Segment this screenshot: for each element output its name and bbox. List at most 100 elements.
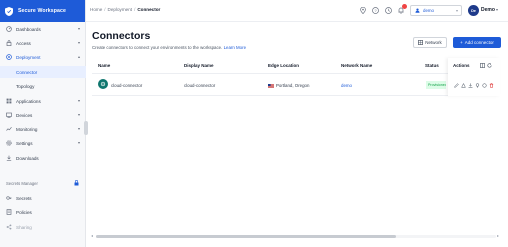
gear-icon bbox=[6, 140, 12, 146]
breadcrumb: Home / Deployment / Connector bbox=[90, 7, 160, 12]
svg-text:?: ? bbox=[374, 8, 377, 13]
sidebar-item-label: Downloads bbox=[16, 155, 39, 161]
breadcrumb-current: Connector bbox=[137, 7, 161, 12]
sidebar-item-policies[interactable]: Policies bbox=[0, 206, 86, 218]
page-title: Connectors bbox=[92, 30, 151, 42]
add-connector-label: Add connector bbox=[464, 40, 494, 45]
sidebar-item-monitoring[interactable]: Monitoring ▾ bbox=[0, 123, 86, 135]
sidebar-item-secrets[interactable]: Secrets bbox=[0, 192, 86, 204]
chevron-down-icon[interactable]: ▾ bbox=[496, 7, 498, 12]
network-button[interactable]: Network bbox=[413, 37, 447, 48]
applications-icon bbox=[6, 98, 12, 104]
sidebar-item-label: Applications bbox=[16, 98, 41, 104]
column-header-name[interactable]: Name bbox=[98, 63, 110, 68]
sync-icon[interactable] bbox=[482, 83, 487, 88]
delete-icon[interactable] bbox=[489, 83, 494, 88]
sharing-icon bbox=[6, 224, 12, 230]
user-name[interactable]: Demo bbox=[481, 7, 495, 13]
sidebar-item-label: Access bbox=[16, 40, 31, 46]
sidebar-subitem-label: Topology bbox=[16, 83, 35, 89]
horizontal-scrollbar[interactable] bbox=[96, 235, 496, 238]
sidebar-item-applications[interactable]: Applications ▾ bbox=[0, 95, 86, 107]
chevron-down-icon: ▾ bbox=[77, 140, 80, 145]
column-header-display-name[interactable]: Display Name bbox=[184, 63, 214, 68]
avatar[interactable]: De bbox=[468, 5, 479, 16]
sidebar-item-label: Settings bbox=[16, 140, 33, 146]
sidebar-item-label: Monitoring bbox=[16, 126, 38, 132]
sidebar-item-dashboards[interactable]: Dashboards ▾ bbox=[0, 23, 86, 35]
help-icon[interactable]: ? bbox=[371, 6, 380, 15]
download-icon[interactable] bbox=[468, 83, 473, 88]
brand-header[interactable]: Secure Workspace bbox=[0, 0, 85, 22]
column-header-edge-location[interactable]: Edge Location bbox=[268, 63, 299, 68]
topbar: Home / Deployment / Connector ? demo ▾ De De… bbox=[86, 0, 508, 22]
edit-icon[interactable] bbox=[454, 83, 459, 88]
lock-icon[interactable] bbox=[74, 180, 79, 188]
cell-edge-location-text: Portland, Oregon bbox=[276, 83, 310, 88]
actions-column: Actions bbox=[448, 58, 500, 96]
network-icon bbox=[418, 39, 424, 46]
learn-more-link[interactable]: Learn More bbox=[224, 45, 246, 50]
scrollbar-thumb[interactable] bbox=[96, 235, 396, 238]
access-icon bbox=[6, 40, 12, 46]
chevron-down-icon: ▾ bbox=[77, 40, 80, 45]
sidebar-collapse-handle[interactable] bbox=[84, 121, 88, 135]
cell-edge-location: Portland, Oregon bbox=[268, 83, 309, 88]
chevron-down-icon: ▾ bbox=[77, 126, 80, 131]
scroll-left-arrow[interactable]: ◂ bbox=[91, 233, 93, 238]
connectors-table: Name Display Name Edge Location Network … bbox=[92, 58, 500, 238]
location-icon[interactable] bbox=[358, 6, 367, 15]
chevron-up-icon: ▴ bbox=[77, 54, 80, 59]
breadcrumb-home[interactable]: Home bbox=[90, 7, 102, 12]
shield-icon bbox=[4, 6, 14, 17]
devices-icon bbox=[6, 112, 12, 118]
sidebar-subitem-connector[interactable]: Connector bbox=[0, 66, 86, 78]
chevron-down-icon: ▾ bbox=[77, 98, 80, 103]
sidebar-item-downloads[interactable]: Downloads bbox=[0, 152, 86, 164]
sidebar-item-label: Policies bbox=[16, 209, 32, 215]
download-icon bbox=[6, 155, 12, 161]
breadcrumb-separator: / bbox=[134, 7, 136, 12]
add-connector-button[interactable]: + Add connector bbox=[453, 37, 501, 48]
location-pin-icon[interactable] bbox=[475, 83, 480, 88]
deployment-icon bbox=[6, 54, 12, 60]
chevron-down-icon: ▾ bbox=[455, 8, 458, 13]
cell-name[interactable]: cloud-connector bbox=[111, 83, 142, 88]
share-icon[interactable] bbox=[461, 83, 466, 88]
network-button-label: Network bbox=[425, 40, 442, 45]
sidebar-item-access[interactable]: Access ▾ bbox=[0, 37, 86, 49]
chevron-down-icon: ▾ bbox=[77, 26, 80, 31]
workspace-icon bbox=[415, 8, 420, 14]
sidebar-item-deployment[interactable]: Deployment ▴ bbox=[0, 51, 86, 63]
sidebar-subitem-topology[interactable]: Topology bbox=[0, 80, 86, 92]
sidebar-item-sharing[interactable]: Sharing bbox=[0, 221, 86, 233]
status-badge: Provisioned bbox=[426, 81, 446, 89]
column-header-actions: Actions bbox=[453, 63, 470, 68]
section-title-secrets-manager: Secrets Manager bbox=[6, 181, 38, 186]
table-row[interactable]: cloud-connector cloud-connector Portland… bbox=[92, 74, 500, 96]
breadcrumb-deployment[interactable]: Deployment bbox=[108, 7, 133, 12]
sidebar: Secure Workspace Dashboards ▾ Access ▾ D… bbox=[0, 0, 86, 247]
breadcrumb-separator: / bbox=[104, 7, 106, 12]
column-settings-icon[interactable] bbox=[480, 63, 485, 68]
workspace-select[interactable]: demo ▾ bbox=[410, 5, 462, 16]
column-header-status[interactable]: Status bbox=[425, 63, 439, 68]
dashboard-icon bbox=[6, 26, 12, 32]
sidebar-item-label: Sharing bbox=[16, 224, 32, 230]
chevron-down-icon: ▾ bbox=[77, 112, 80, 117]
clock-icon[interactable] bbox=[384, 6, 393, 15]
page-description: Create connectors to connect your enviro… bbox=[92, 45, 246, 50]
refresh-icon[interactable] bbox=[487, 63, 492, 68]
sidebar-item-devices[interactable]: Devices ▾ bbox=[0, 109, 86, 121]
cell-network-name[interactable]: demo bbox=[341, 83, 352, 88]
policies-icon bbox=[6, 209, 12, 215]
sidebar-item-label: Devices bbox=[16, 112, 33, 118]
workspace-select-value: demo bbox=[423, 8, 434, 13]
scroll-right-arrow[interactable]: ▸ bbox=[497, 233, 499, 238]
plus-icon: + bbox=[460, 40, 463, 45]
sidebar-item-settings[interactable]: Settings ▾ bbox=[0, 137, 86, 149]
cell-display-name: cloud-connector bbox=[184, 83, 216, 88]
sidebar-item-label: Secrets bbox=[16, 195, 32, 201]
connector-icon bbox=[98, 79, 108, 89]
column-header-network-name[interactable]: Network Name bbox=[341, 63, 372, 68]
